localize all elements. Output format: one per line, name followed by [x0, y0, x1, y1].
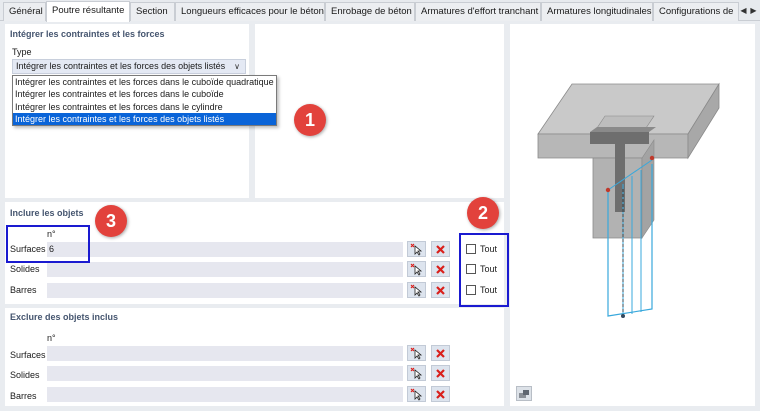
- delete-barres-button[interactable]: [431, 282, 450, 298]
- tab-section[interactable]: Section: [130, 2, 175, 21]
- highlight-box-tout: [459, 233, 509, 307]
- delete-excl-surfaces-button[interactable]: [431, 345, 450, 361]
- callout-1: 1: [294, 104, 326, 136]
- tab-configurations[interactable]: Configurations de: [653, 2, 739, 21]
- pick-cursor-icon: [410, 263, 423, 276]
- exclude-barres-input[interactable]: [47, 387, 403, 402]
- delete-x-icon: [436, 389, 445, 399]
- integrate-preview-panel: [255, 24, 504, 198]
- delete-x-icon: [436, 244, 445, 254]
- select-surfaces-button[interactable]: [407, 241, 426, 257]
- select-solides-button[interactable]: [407, 261, 426, 277]
- include-solides-label: Solides: [10, 264, 40, 274]
- include-solides-input[interactable]: [47, 262, 403, 277]
- callout-3: 3: [95, 205, 127, 237]
- exclude-surfaces-input[interactable]: [47, 346, 403, 361]
- highlight-box-surfaces: [6, 225, 90, 263]
- tab-armatures-effort-tranchant[interactable]: Armatures d'effort tranchant: [415, 2, 541, 21]
- exclude-solides-label: Solides: [10, 370, 40, 380]
- chevron-left-icon[interactable]: ◀: [739, 3, 748, 18]
- pick-cursor-icon: [410, 347, 423, 360]
- tab-poutre-resultante[interactable]: Poutre résultante: [46, 1, 130, 22]
- delete-x-icon: [436, 368, 445, 378]
- delete-x-icon: [436, 285, 445, 295]
- dropdown-option[interactable]: Intégrer les contraintes et les forces d…: [13, 101, 276, 113]
- include-title: Inclure les objets: [10, 208, 84, 218]
- exclude-title: Exclure des objets inclus: [10, 312, 119, 322]
- type-combobox[interactable]: Intégrer les contraintes et les forces d…: [12, 59, 246, 74]
- tab-bar: Général Poutre résultante Section Longue…: [0, 0, 760, 22]
- type-dropdown-list: Intégrer les contraintes et les forces d…: [12, 75, 277, 126]
- delete-x-icon: [436, 348, 445, 358]
- dropdown-option[interactable]: Intégrer les contraintes et les forces d…: [13, 76, 276, 88]
- type-combobox-value: Intégrer les contraintes et les forces d…: [16, 61, 226, 71]
- tab-enrobage[interactable]: Enrobage de béton: [325, 2, 415, 21]
- delete-x-icon: [436, 264, 445, 274]
- delete-excl-barres-button[interactable]: [431, 386, 450, 402]
- exclude-solides-input[interactable]: [47, 366, 403, 381]
- type-label: Type: [12, 47, 32, 57]
- pick-cursor-icon: [410, 388, 423, 401]
- delete-excl-solides-button[interactable]: [431, 365, 450, 381]
- exclude-col-header: n°: [47, 333, 56, 343]
- select-barres-button[interactable]: [407, 282, 426, 298]
- exclude-barres-label: Barres: [10, 391, 37, 401]
- exclude-surfaces-label: Surfaces: [10, 350, 46, 360]
- tab-general[interactable]: Général: [3, 2, 46, 21]
- dropdown-option-selected[interactable]: Intégrer les contraintes et les forces d…: [13, 112, 276, 125]
- t-beam-3d-view: [537, 82, 720, 318]
- chevron-right-icon[interactable]: ▶: [749, 3, 758, 18]
- include-barres-label: Barres: [10, 285, 37, 295]
- pick-cursor-icon: [410, 367, 423, 380]
- tab-longueurs-efficaces[interactable]: Longueurs efficaces pour le béton: [175, 2, 325, 21]
- integrate-title: Intégrer les contraintes et les forces: [10, 29, 165, 39]
- view-settings-icon: [519, 389, 529, 398]
- pick-cursor-icon: [410, 284, 423, 297]
- dropdown-option[interactable]: Intégrer les contraintes et les forces d…: [13, 88, 276, 100]
- chevron-down-icon[interactable]: ∨: [234, 60, 240, 73]
- pick-cursor-icon: [410, 243, 423, 256]
- view-settings-button[interactable]: [516, 386, 532, 401]
- tab-armatures-longitudinales[interactable]: Armatures longitudinales: [541, 2, 653, 21]
- delete-solides-button[interactable]: [431, 261, 450, 277]
- include-barres-input[interactable]: [47, 283, 403, 298]
- include-surfaces-input[interactable]: 6: [47, 242, 403, 257]
- select-excl-solides-button[interactable]: [407, 365, 426, 381]
- model-view-panel: [510, 24, 755, 406]
- callout-2: 2: [467, 197, 499, 229]
- delete-surfaces-button[interactable]: [431, 241, 450, 257]
- select-excl-surfaces-button[interactable]: [407, 345, 426, 361]
- select-excl-barres-button[interactable]: [407, 386, 426, 402]
